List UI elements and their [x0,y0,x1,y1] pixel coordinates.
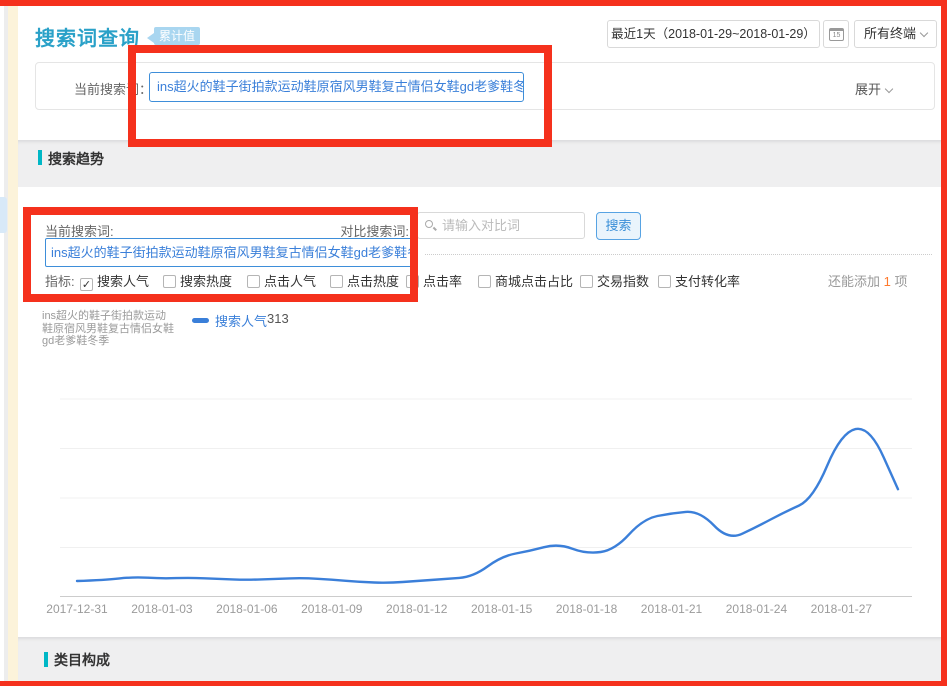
x-axis-tick-label: 2018-01-06 [205,602,289,616]
legend-keyword: ins超火的鞋子街拍款运动鞋原宿风男鞋复古情侣女鞋gd老爹鞋冬季 [42,310,204,348]
metric-checkbox-3[interactable]: 点击人气 [247,271,316,287]
cumulative-badge: 累计值 [154,27,200,45]
add-more-count: 1 [884,274,891,289]
search-term-panel: 当前搜索词： ins超火的鞋子街拍款运动鞋原宿风男鞋复古情侣女鞋gd老爹鞋冬季 … [35,62,935,110]
x-axis-tick-label: 2018-01-03 [120,602,204,616]
legend-series-value: 313 [267,311,289,326]
page: 搜索词查询 累计值 最近1天（2018-01-29~2018-01-29） 15… [0,0,947,686]
metric-checkbox-1[interactable]: ✓搜索人气 [80,271,149,287]
section-accent-bar [44,652,48,667]
annotation-right-line [941,0,947,686]
annotation-top-line [0,0,947,6]
keyword-input[interactable]: ins超火的鞋子街拍款运动鞋原宿风男鞋复古情侣女鞋gd老爹鞋冬季 [149,72,524,102]
legend-keyword-line: ins超火的鞋子街拍款运动 [42,310,204,323]
metric-checkbox-7[interactable]: 交易指数 [580,271,649,287]
compare-keyword-input[interactable]: 请输入对比词 [417,212,585,239]
metric-label: 点击人气 [264,274,316,289]
metric-checkbox-2[interactable]: 搜索热度 [163,271,232,287]
compare-placeholder: 请输入对比词 [442,218,520,233]
x-axis-tick-label: 2018-01-18 [545,602,629,616]
checkbox-checked-icon[interactable]: ✓ [80,278,93,291]
calendar-button[interactable]: 15 [823,20,849,48]
checkbox-icon[interactable] [247,275,260,288]
x-axis-tick-label: 2018-01-27 [799,602,883,616]
checkbox-icon[interactable] [658,275,671,288]
metric-checkbox-5[interactable]: 点击率 [406,271,462,287]
x-axis-tick-label: 2018-01-09 [290,602,374,616]
legend-series-name[interactable]: 搜索人气 [215,311,267,330]
compare-slot-divider [425,254,932,255]
metric-checkbox-6[interactable]: 商城点击占比 [478,271,573,287]
chevron-down-icon [920,29,928,37]
x-axis-tick-label: 2018-01-24 [714,602,798,616]
checkbox-icon[interactable] [163,275,176,288]
calendar-icon: 15 [829,28,844,41]
page-edge-strip-cream [8,6,18,681]
metric-label: 搜索人气 [97,274,149,289]
checkbox-icon[interactable] [406,275,419,288]
checkbox-icon[interactable] [580,275,593,288]
metric-checkbox-4[interactable]: 点击热度 [330,271,399,287]
checkbox-icon[interactable] [478,275,491,288]
x-axis-tick-label: 2017-12-31 [35,602,119,616]
annotation-bottom-line [0,681,947,686]
floating-widget-partial[interactable] [0,197,7,233]
checkbox-icon[interactable] [330,275,343,288]
metric-label: 交易指数 [597,274,649,289]
date-range-selector[interactable]: 最近1天（2018-01-29~2018-01-29） [607,20,820,48]
metric-label: 商城点击占比 [495,274,573,289]
metrics-label: 指标: [45,271,75,287]
legend-keyword-line: 鞋原宿风男鞋复古情侣女鞋 [42,323,204,336]
trend-section-title: 搜索趋势 [48,149,104,169]
category-section-header: 类目构成 [18,637,947,681]
x-axis-tick-label: 2018-01-21 [630,602,714,616]
category-section-title: 类目构成 [54,650,110,670]
metric-label: 搜索热度 [180,274,232,289]
metric-label: 支付转化率 [675,274,740,289]
current-keyword-label: 当前搜索词： [74,79,152,98]
metric-label: 点击率 [423,274,462,289]
expand-link[interactable]: 展开 [855,79,892,98]
metric-label: 点击热度 [347,274,399,289]
search-button[interactable]: 搜索 [596,212,641,240]
section-accent-bar [38,150,42,165]
chevron-down-icon [885,85,893,93]
terminal-dropdown[interactable]: 所有终端 [854,20,937,48]
legend-keyword-line: gd老爹鞋冬季 [42,335,204,348]
legend-line-icon [192,318,209,323]
x-axis-tick-label: 2018-01-15 [460,602,544,616]
page-title: 搜索词查询 [35,22,140,51]
trend-section-header: 搜索趋势 [18,140,947,187]
add-more-hint: 还能添加 1 项 [828,271,907,290]
trend-keyword-input[interactable]: ins超火的鞋子街拍款运动鞋原宿风男鞋复古情侣女鞋gd老爹鞋冬季 [45,238,416,267]
x-axis-tick-label: 2018-01-12 [375,602,459,616]
search-icon [425,220,433,228]
metric-checkbox-8[interactable]: 支付转化率 [658,271,740,287]
badge-arrow-icon [147,33,154,43]
